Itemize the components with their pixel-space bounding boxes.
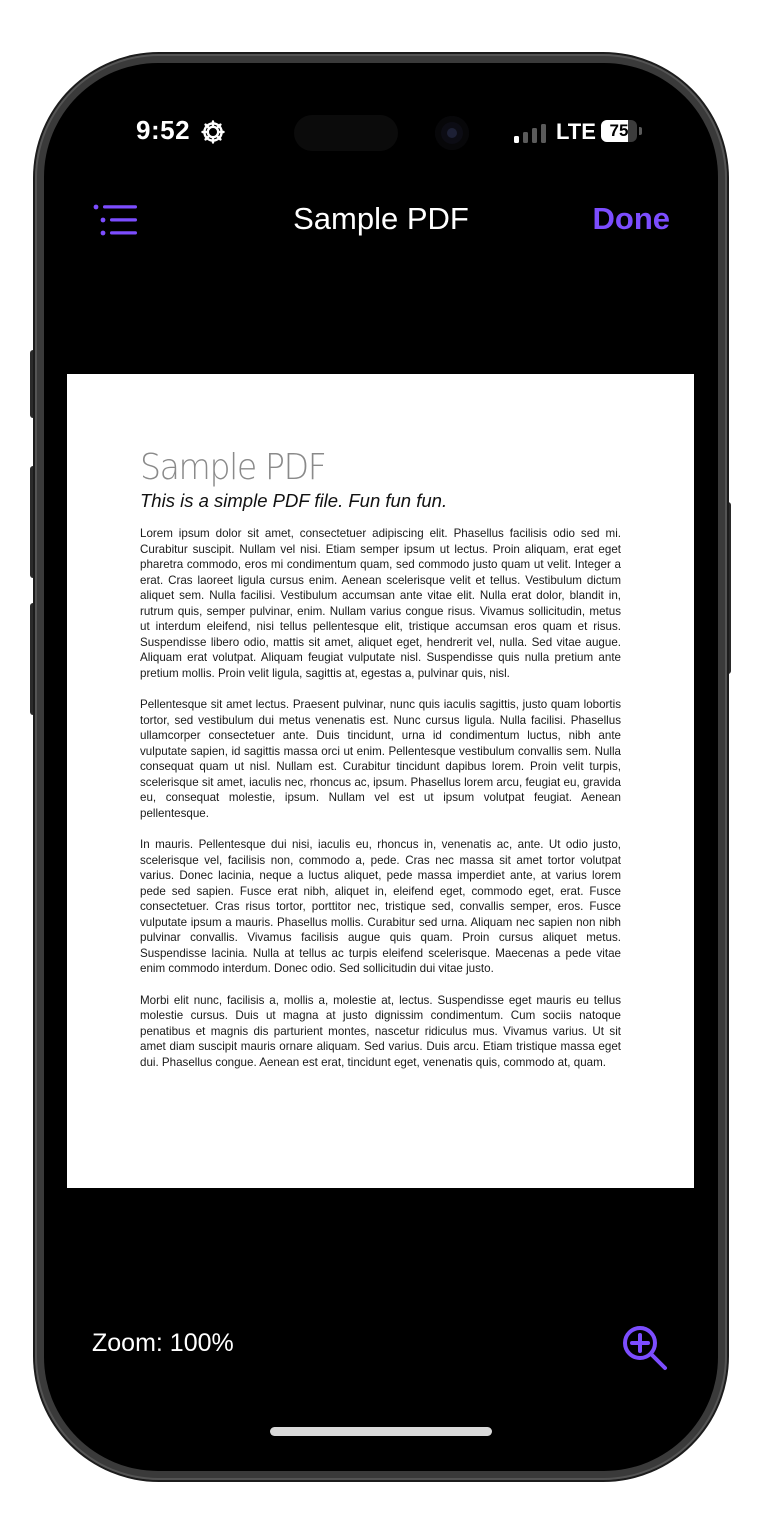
document-paragraph: Morbi elit nunc, facilisis a, mollis a, … — [140, 993, 621, 1069]
done-button[interactable]: Done — [593, 201, 671, 237]
battery-cap — [639, 127, 642, 135]
document-paragraph: Lorem ipsum dolor sit amet, consectetuer… — [140, 527, 621, 680]
document-paragraph: In mauris. Pellentesque dui nisi, iaculi… — [140, 838, 621, 975]
network-type: LTE — [556, 119, 596, 144]
pdf-page[interactable]: Sample PDF This is a simple PDF file. Fu… — [67, 374, 694, 1188]
document-title: Sample PDF — [140, 447, 327, 488]
zoom-level: Zoom: 100% — [92, 1329, 234, 1357]
document-paragraph: Pellentesque sit amet lectus. Praesent p… — [140, 698, 621, 820]
status-time: 9:52 — [136, 115, 191, 145]
document-subtitle: This is a simple PDF file. Fun fun fun. — [140, 490, 448, 511]
front-camera — [435, 116, 469, 150]
phone-screen: 9:52 LTE 75 Sample PDF Done Sample PDF T… — [44, 63, 718, 1471]
device-stage: 9:52 LTE 75 Sample PDF Done Sample PDF T… — [0, 0, 762, 1534]
gear-icon — [201, 120, 225, 144]
dynamic-island — [294, 115, 398, 151]
battery-icon: 75 — [601, 120, 637, 142]
home-indicator[interactable] — [270, 1427, 492, 1436]
battery-percentage: 75 — [609, 121, 629, 140]
zoom-in-icon[interactable] — [620, 1323, 670, 1373]
cellular-signal-icon — [514, 123, 548, 143]
